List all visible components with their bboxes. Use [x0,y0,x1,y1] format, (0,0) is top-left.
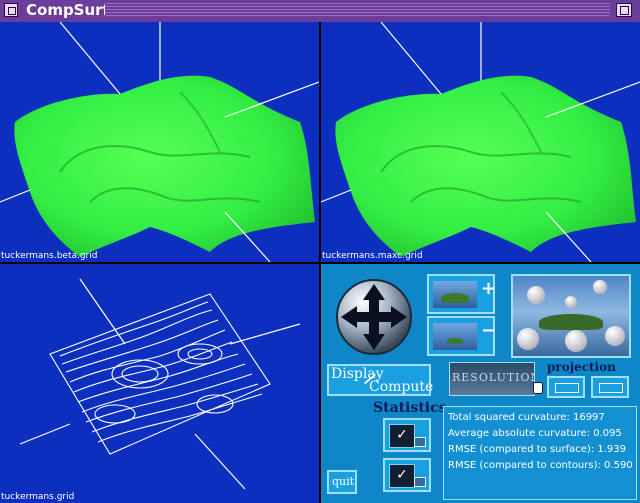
quit-label: quit [332,475,355,488]
mini-window-icon [414,437,426,447]
title-bar[interactable]: CompSurf [0,0,640,22]
statistics-panel: Total squared curvature: 16997 Average a… [443,406,637,500]
viewport-file-label: tuckermans.grid [1,492,75,502]
rmse-surface: RMSE (compared to surface): 1.939 [448,444,626,455]
total-squared-curvature: Total squared curvature: 16997 [448,412,605,423]
contour-viewport[interactable]: tuckermans.grid [0,264,319,503]
window-title: CompSurf [26,1,110,19]
viewport-file-label: tuckermans.maxc.grid [322,251,423,261]
surface-mesh [14,75,315,257]
average-absolute-curvature: Average absolute curvature: 0.095 [448,428,622,439]
close-box-icon[interactable] [4,3,18,17]
title-bar-drag-area[interactable] [105,3,610,17]
rmse-contours: RMSE (compared to contours): 0.590 [448,460,633,471]
quit-button[interactable]: quit [327,470,357,494]
rotate-navigation-icon[interactable] [335,278,413,356]
zoom-in-button[interactable]: + [427,274,497,314]
mini-window-icon [414,477,426,487]
control-panel: + − Display Compute RESOLUTION projectio… [321,264,640,503]
lock-icon[interactable] [533,382,543,394]
contour-lines [49,293,271,455]
orthographic-projection-button[interactable] [591,376,629,398]
check-mark-icon: ✓ [389,424,415,448]
resolution-button[interactable]: RESOLUTION [449,362,535,396]
statistics-toggle-2[interactable]: ✓ [383,458,431,492]
resolution-label: RESOLUTION [452,371,535,384]
island-thumbnail-icon [433,281,477,308]
statistics-label: Statistics [373,400,447,416]
display-compute-button[interactable]: Display Compute [327,364,434,396]
surface-viewport-beta[interactable]: tuckermans.beta.grid [0,22,319,262]
compute-label: Compute [369,379,434,395]
maximize-box-icon[interactable] [616,3,632,17]
contour-map-render [19,278,301,490]
perspective-projection-button[interactable] [547,376,585,398]
surface-mesh [335,75,636,257]
viewport-file-label: tuckermans.beta.grid [1,251,98,261]
zoom-out-symbol: − [481,320,497,341]
scene-preview-image[interactable] [511,274,631,358]
green-surface-render [0,22,319,262]
island-thumbnail-icon [433,323,477,350]
zoom-in-symbol: + [481,278,497,299]
statistics-toggle-1[interactable]: ✓ [383,418,431,452]
green-surface-render [321,22,640,262]
surface-viewport-maxc[interactable]: tuckermans.maxc.grid [321,22,640,262]
zoom-out-button[interactable]: − [427,316,497,356]
check-mark-icon: ✓ [389,464,415,488]
